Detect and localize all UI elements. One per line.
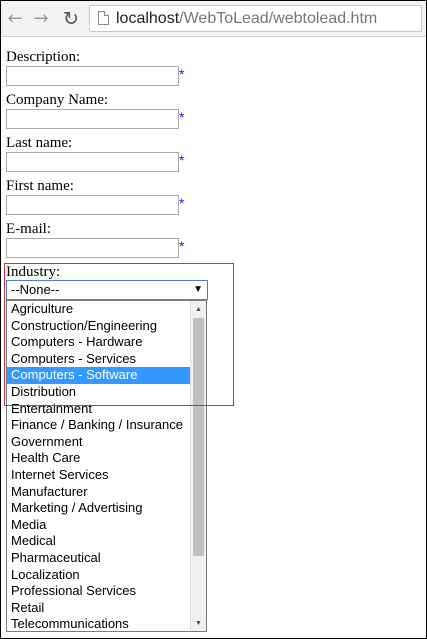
industry-option[interactable]: Retail xyxy=(7,600,191,617)
company-name-input[interactable] xyxy=(6,109,179,129)
industry-option[interactable]: Finance / Banking / Insurance xyxy=(7,417,191,434)
industry-option[interactable]: Distribution xyxy=(7,384,191,401)
description-label: Description: xyxy=(6,49,81,65)
industry-option[interactable]: Manufacturer xyxy=(7,484,191,501)
browser-toolbar: ← → ↻ localhost/WebToLead/webtolead.htm xyxy=(1,1,426,37)
industry-option[interactable]: Agriculture xyxy=(7,301,191,318)
industry-option[interactable]: Pharmaceutical xyxy=(7,550,191,567)
page-icon xyxy=(98,11,109,25)
email-label: E-mail: xyxy=(6,221,51,237)
industry-option[interactable]: Entertainment xyxy=(7,401,191,418)
scroll-up-icon[interactable]: ▲ xyxy=(191,302,206,316)
required-mark: * xyxy=(179,195,185,211)
industry-option[interactable]: Marketing / Advertising xyxy=(7,500,191,517)
industry-option[interactable]: Professional Services xyxy=(7,583,191,600)
company-name-label: Company Name: xyxy=(6,92,109,108)
industry-option[interactable]: Media xyxy=(7,517,191,534)
required-mark: * xyxy=(179,152,185,168)
industry-selected-value: --None-- xyxy=(11,282,60,297)
dropdown-scrollbar[interactable]: ▲ ▼ xyxy=(190,301,206,631)
industry-option[interactable]: Medical xyxy=(7,533,191,550)
industry-option[interactable]: Telecommunications xyxy=(7,616,191,631)
url-text[interactable]: localhost/WebToLead/webtolead.htm xyxy=(116,9,377,28)
reload-icon[interactable]: ↻ xyxy=(61,9,81,29)
url-path: /WebToLead/webtolead.htm xyxy=(179,10,378,27)
first-name-input[interactable] xyxy=(6,195,179,215)
arrow-left-icon[interactable]: ← xyxy=(5,9,25,29)
industry-option[interactable]: Government xyxy=(7,434,191,451)
industry-option[interactable]: Health Care xyxy=(7,450,191,467)
arrow-right-icon[interactable]: → xyxy=(31,9,51,29)
dropdown-arrow-icon: ▼ xyxy=(193,284,203,295)
industry-select[interactable]: --None-- ▼ xyxy=(6,280,208,300)
scroll-down-icon[interactable]: ▼ xyxy=(191,616,206,630)
industry-option[interactable]: Computers - Software xyxy=(7,367,191,384)
description-input[interactable] xyxy=(6,66,179,86)
scrollbar-thumb[interactable] xyxy=(193,318,204,556)
required-mark: * xyxy=(179,238,185,254)
industry-label: Industry: xyxy=(6,264,61,280)
last-name-label: Last name: xyxy=(6,135,73,151)
first-name-label: First name: xyxy=(6,178,74,194)
industry-option[interactable]: Construction/Engineering xyxy=(7,318,191,335)
url-host: localhost xyxy=(116,10,180,27)
industry-option[interactable]: Computers - Services xyxy=(7,351,191,368)
industry-option[interactable]: Localization xyxy=(7,567,191,584)
email-input[interactable] xyxy=(6,238,179,258)
industry-option[interactable]: Internet Services xyxy=(7,467,191,484)
address-bar[interactable]: localhost/WebToLead/webtolead.htm xyxy=(89,5,422,32)
industry-option[interactable]: Computers - Hardware xyxy=(7,334,191,351)
required-mark: * xyxy=(179,66,185,82)
last-name-input[interactable] xyxy=(6,152,179,172)
industry-dropdown-list: Agriculture Construction/Engineering Compu… xyxy=(6,300,207,632)
required-mark: * xyxy=(179,109,185,125)
